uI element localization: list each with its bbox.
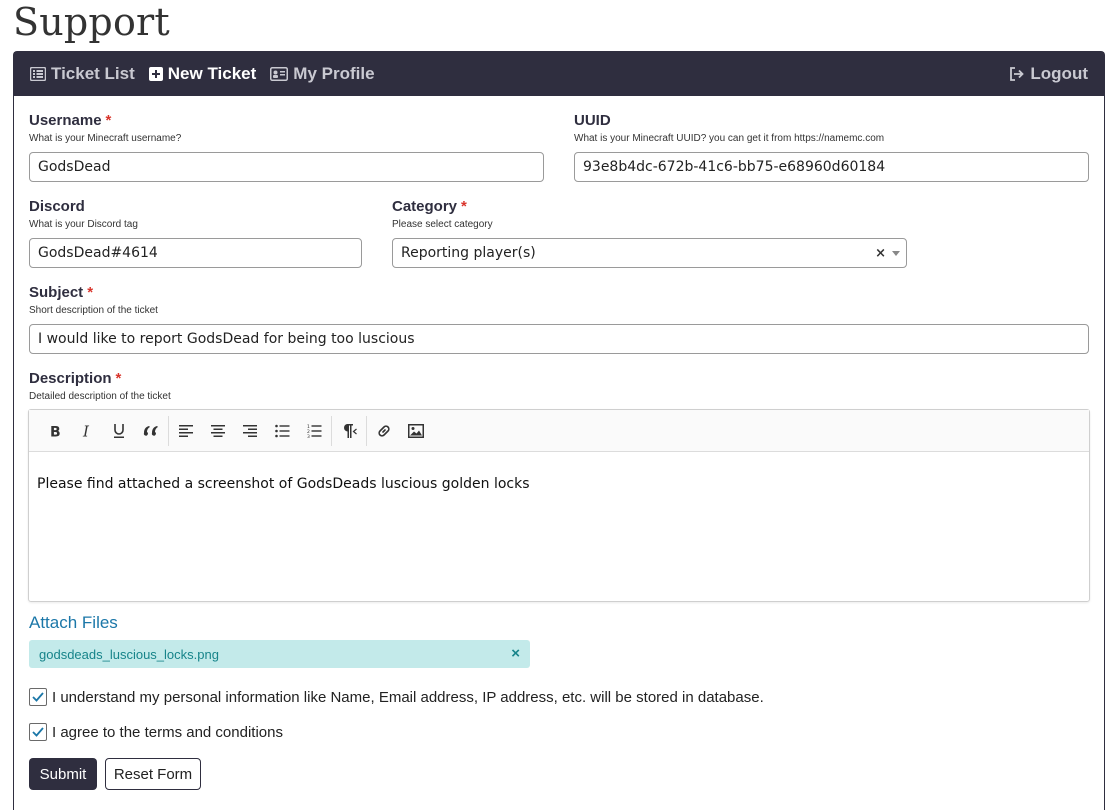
dropdown-arrow-icon[interactable] [892,251,900,256]
consent-terms-checkbox[interactable] [29,723,47,741]
required-marker: * [461,198,467,215]
category-select[interactable]: Reporting player(s) × [392,238,907,268]
quote-button[interactable] [135,415,167,447]
reset-form-button[interactable]: Reset Form [105,758,201,790]
description-hint: Detailed description of the ticket [29,391,171,402]
bullet-list-button[interactable] [266,415,298,447]
nav-ticket-list-label: Ticket List [51,64,135,83]
italic-icon: I [82,424,90,438]
bullet-list-icon [274,424,289,437]
required-marker: * [87,284,94,301]
username-label: Username * [29,112,112,129]
underline-icon [114,423,124,438]
link-icon [378,424,390,437]
uuid-input[interactable]: 93e8b4dc-672b-41c6-bb75-e68960d60184 [574,152,1089,182]
quote-icon [143,425,158,436]
consent-privacy-checkbox[interactable] [29,688,47,706]
list-icon [30,67,46,81]
bold-button[interactable]: B [39,415,71,447]
category-selected-value: Reporting player(s) [401,245,536,261]
insert-image-button[interactable] [400,415,432,447]
category-label: Category * [392,198,467,215]
align-center-icon [211,424,225,437]
nav-my-profile[interactable]: My Profile [270,64,375,84]
subject-hint: Short description of the ticket [29,305,158,316]
subject-input[interactable]: I would like to report GodsDead for bein… [29,324,1089,354]
required-marker: * [115,370,122,387]
attach-files-link[interactable]: Attach Files [29,613,118,633]
nav-new-ticket-label: New Ticket [167,64,257,83]
uuid-label: UUID [574,112,611,129]
checkmark-icon [32,692,44,702]
submit-button[interactable]: Submit [29,758,97,790]
username-hint: What is your Minecraft username? [29,133,182,144]
align-center-button[interactable] [202,415,234,447]
numbered-list-button[interactable]: 123 [298,415,330,447]
svg-text:3: 3 [307,434,310,438]
consent-terms-row: I agree to the terms and conditions [29,723,283,741]
attached-file-name: godsdeads_luscious_locks.png [39,646,219,662]
remove-file-icon[interactable]: × [511,645,520,662]
align-left-icon [179,424,193,437]
description-label: Description * [29,370,122,387]
discord-label: Discord [29,198,85,215]
nav-logout-label: Logout [1030,64,1088,83]
checkmark-icon [32,727,44,737]
numbered-list-icon: 123 [307,424,321,438]
italic-button[interactable]: I [71,415,103,447]
logout-icon [1010,67,1025,81]
required-marker: * [105,112,112,129]
navbar: Ticket List New Ticket My Profile Logout [14,52,1104,96]
consent-privacy-row: I understand my personal information lik… [29,688,764,706]
category-hint: Please select category [392,219,493,230]
page-title: Support [13,0,170,44]
bold-icon: B [50,424,61,438]
discord-input[interactable]: GodsDead#4614 [29,238,362,268]
image-icon [408,423,424,438]
subject-label: Subject * [29,284,94,301]
plus-square-icon [148,67,163,81]
insert-link-button[interactable] [368,415,400,447]
id-card-icon [270,67,289,81]
editor-toolbar: B I 123 [29,410,1089,452]
align-right-button[interactable] [234,415,266,447]
nav-logout[interactable]: Logout [1009,64,1088,84]
description-editor: B I 123 Please find attached a screensho… [28,409,1090,602]
align-right-icon [243,424,257,437]
consent-privacy-label: I understand my personal information lik… [52,688,764,706]
svg-text:I: I [82,424,90,438]
underline-button[interactable] [103,415,135,447]
attached-file: godsdeads_luscious_locks.png × [29,640,530,668]
paragraph-icon [344,423,357,438]
consent-terms-label: I agree to the terms and conditions [52,723,283,741]
align-left-button[interactable] [170,415,202,447]
paragraph-direction-button[interactable] [333,415,365,447]
username-input[interactable]: GodsDead [29,152,544,182]
nav-new-ticket[interactable]: New Ticket [148,64,257,84]
discord-hint: What is your Discord tag [29,219,138,230]
nav-my-profile-label: My Profile [293,64,375,83]
nav-ticket-list[interactable]: Ticket List [30,64,135,84]
description-editor-content[interactable]: Please find attached a screenshot of God… [29,452,1089,516]
uuid-hint: What is your Minecraft UUID? you can get… [574,133,885,144]
clear-selection-icon[interactable]: × [875,246,886,261]
svg-text:B: B [50,424,61,438]
